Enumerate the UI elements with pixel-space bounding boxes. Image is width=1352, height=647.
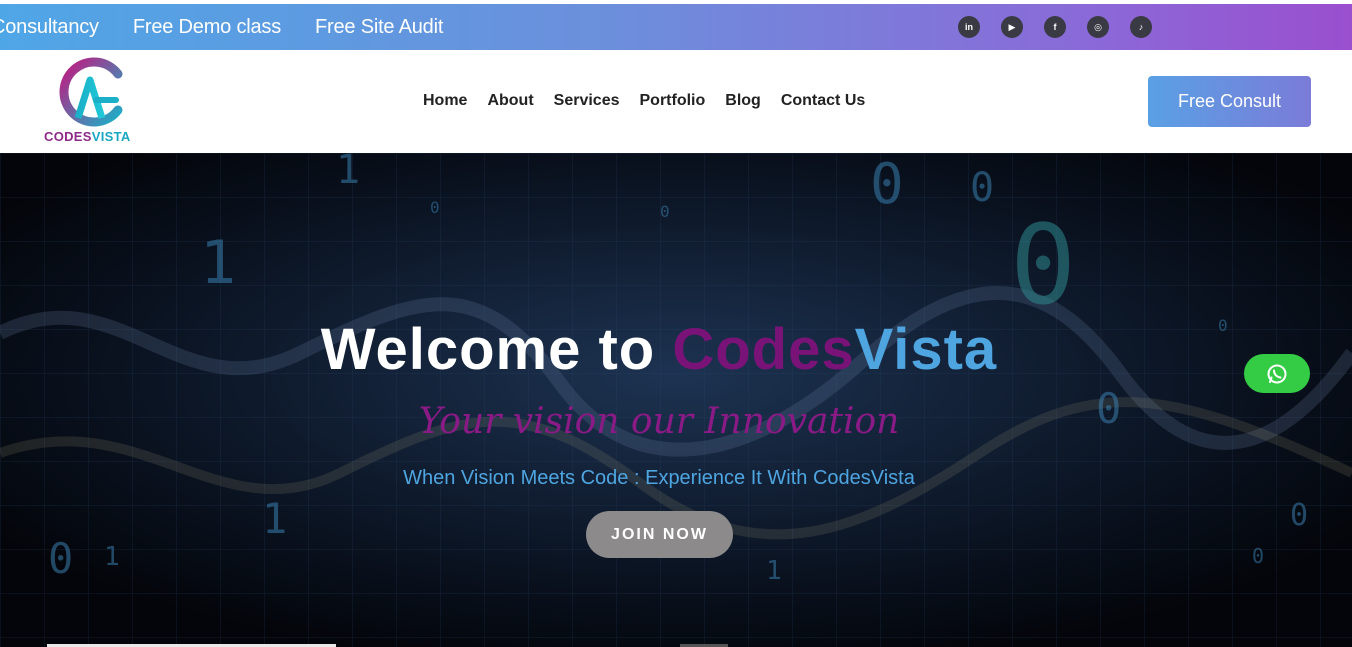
tiktok-icon[interactable]: ♪ (1130, 16, 1152, 38)
main-nav: Home About Services Portfolio Blog Conta… (423, 92, 865, 110)
svg-text:0: 0 (430, 198, 440, 217)
nav-contact-us[interactable]: Contact Us (781, 92, 865, 110)
nav-portfolio[interactable]: Portfolio (640, 92, 706, 110)
hero-title: Welcome to CodesVista (320, 317, 998, 382)
site-header: CODESVISTA Home About Services Portfolio… (0, 50, 1352, 153)
instagram-icon[interactable]: ◎ (1087, 16, 1109, 38)
svg-text:0: 0 (1290, 498, 1308, 533)
whatsapp-button[interactable] (1244, 354, 1310, 393)
svg-text:0: 0 (970, 165, 994, 211)
binary-code-background: 0 0 1 0 0 0 0 0 1 1 0 0 1 0 1 (0, 153, 1352, 647)
free-consult-button[interactable]: Free Consult (1148, 76, 1311, 127)
nav-services[interactable]: Services (554, 92, 620, 110)
ticker-item[interactable]: Free Demo class (133, 16, 281, 39)
youtube-icon[interactable]: ▶ (1001, 16, 1023, 38)
nav-about[interactable]: About (487, 92, 533, 110)
svg-text:0: 0 (1252, 544, 1264, 568)
facebook-icon[interactable]: f (1044, 16, 1066, 38)
nav-blog[interactable]: Blog (725, 92, 761, 110)
social-links: in ▶ f ◎ ♪ (958, 16, 1152, 38)
nav-home[interactable]: Home (423, 92, 467, 110)
logo-wordmark[interactable]: CODESVISTA (44, 129, 131, 144)
announcement-ticker: Consultancy Free Demo class Free Site Au… (0, 4, 443, 50)
hero-section: 0 0 1 0 0 0 0 0 1 1 0 0 1 0 1 Welcome to… (0, 153, 1352, 647)
svg-text:1: 1 (104, 542, 120, 572)
svg-text:0: 0 (48, 534, 73, 583)
hero-tagline: Your vision our Innovation (418, 401, 900, 442)
svg-text:0: 0 (1010, 201, 1076, 329)
join-now-button[interactable]: JOIN NOW (586, 511, 733, 558)
linkedin-icon[interactable]: in (958, 16, 980, 38)
svg-text:1: 1 (200, 228, 236, 298)
svg-text:1: 1 (262, 494, 287, 543)
hero-subtitle: When Vision Meets Code : Experience It W… (403, 467, 915, 489)
svg-text:1: 1 (766, 556, 782, 586)
svg-text:0: 0 (870, 153, 904, 217)
svg-text:0: 0 (660, 202, 670, 221)
svg-text:1: 1 (336, 153, 360, 193)
ticker-item[interactable]: Free Site Audit (315, 16, 443, 39)
whatsapp-icon (1267, 364, 1287, 383)
ticker-item[interactable]: Consultancy (0, 16, 99, 39)
top-bar: Consultancy Free Demo class Free Site Au… (0, 4, 1352, 50)
